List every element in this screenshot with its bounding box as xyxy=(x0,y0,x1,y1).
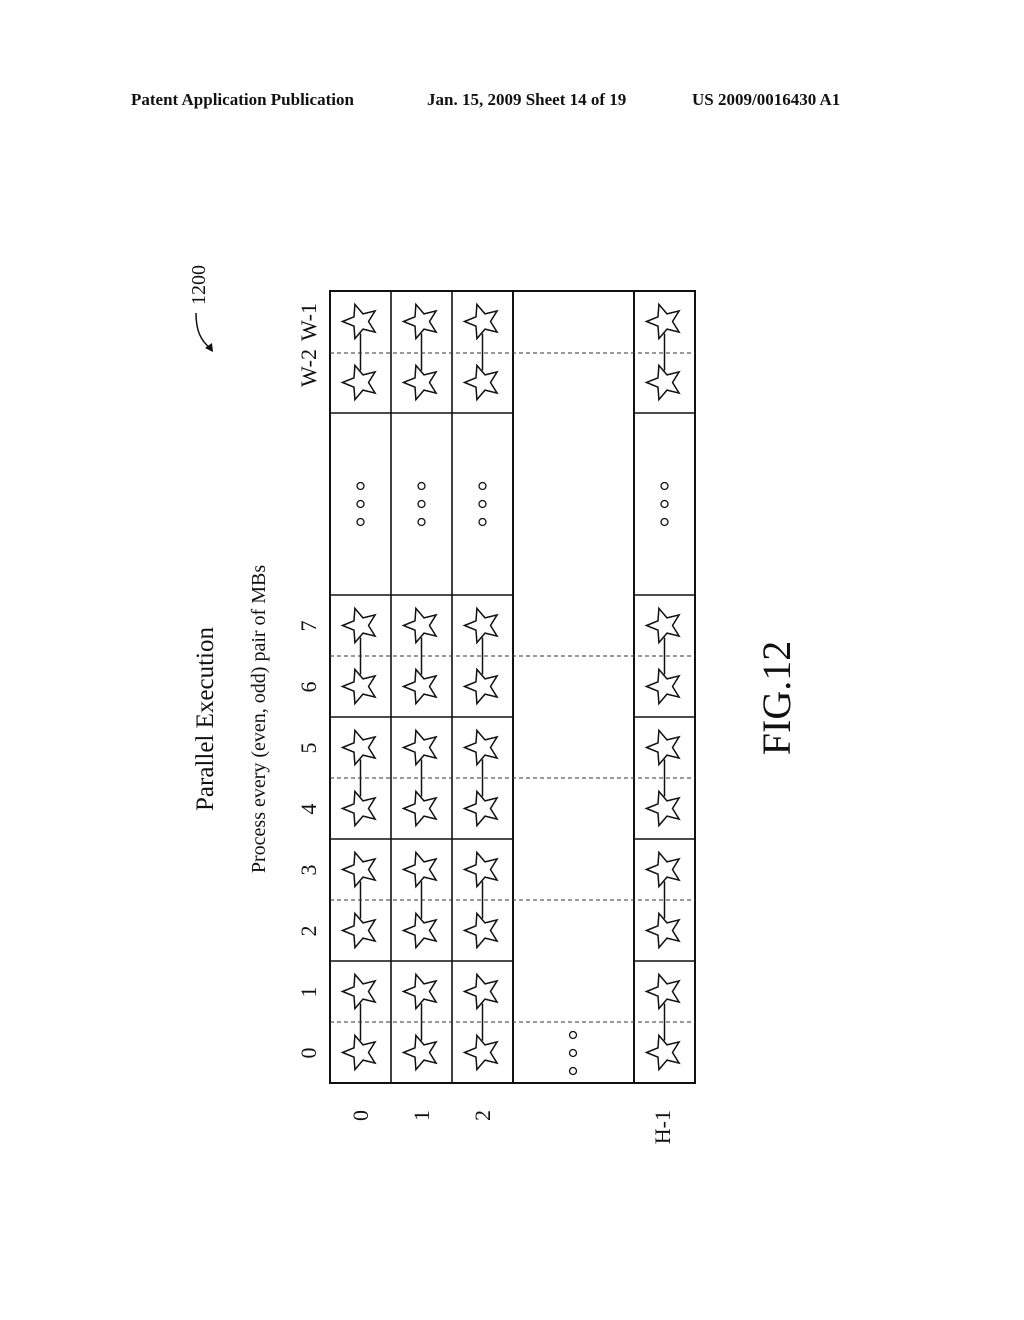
star-icon xyxy=(644,667,681,706)
ellipsis-dot xyxy=(660,481,669,491)
star-icon xyxy=(644,363,681,402)
column-label: 4 xyxy=(296,804,321,815)
macroblock-grid xyxy=(329,290,696,1084)
star-icon xyxy=(644,302,681,341)
ellipsis-dot xyxy=(417,517,426,527)
star-icon xyxy=(401,789,438,828)
ellipsis-dot xyxy=(660,499,669,509)
star-icon xyxy=(340,302,377,341)
column-labels: 0 1 2 3 4 5 6 7 W-2 W-1 xyxy=(296,303,321,1058)
star-icon xyxy=(644,728,681,767)
star-icon xyxy=(462,1033,499,1072)
row-label: H-1 xyxy=(650,1110,675,1144)
star-icon xyxy=(340,363,377,402)
ellipsis-dot xyxy=(356,481,365,491)
star-icon xyxy=(401,728,438,767)
column-label: 3 xyxy=(296,865,321,876)
figure-subtitle: Process every (even, odd) pair of MBs xyxy=(248,565,270,873)
star-icon xyxy=(644,972,681,1011)
star-icon xyxy=(340,911,377,950)
row-label: 2 xyxy=(470,1110,495,1121)
ellipsis-dot xyxy=(478,517,487,527)
star-icon xyxy=(401,850,438,889)
figure-caption: FIG.12 xyxy=(754,641,799,755)
star-icon xyxy=(340,789,377,828)
star-icon xyxy=(644,606,681,645)
star-icon xyxy=(644,850,681,889)
star-icon xyxy=(644,911,681,950)
star-icon xyxy=(644,1033,681,1072)
star-icon xyxy=(462,911,499,950)
column-label: 1 xyxy=(296,987,321,998)
ellipsis-dot xyxy=(356,499,365,509)
star-icon xyxy=(401,1033,438,1072)
column-label: 7 xyxy=(296,621,321,632)
column-label: W-1 xyxy=(296,303,321,341)
figure-title: Parallel Execution xyxy=(192,627,219,811)
star-icon xyxy=(462,972,499,1011)
column-label: 2 xyxy=(296,926,321,937)
row-label: 1 xyxy=(409,1110,434,1121)
star-icon xyxy=(462,363,499,402)
star-icon xyxy=(340,728,377,767)
star-icon xyxy=(462,302,499,341)
star-icon xyxy=(462,667,499,706)
ellipsis-dot xyxy=(568,1030,578,1040)
reference-arrow xyxy=(195,312,212,350)
row-label: 0 xyxy=(348,1110,373,1121)
ellipsis-dot xyxy=(568,1048,578,1058)
ellipsis-dot xyxy=(478,481,487,491)
ellipsis-dot xyxy=(417,499,426,509)
star-icon xyxy=(340,606,377,645)
star-icon xyxy=(340,1033,377,1072)
column-label: 5 xyxy=(296,743,321,754)
star-icon xyxy=(401,911,438,950)
star-icon xyxy=(401,606,438,645)
column-label: 0 xyxy=(296,1048,321,1059)
star-icon xyxy=(644,789,681,828)
ellipsis-dot xyxy=(660,517,669,527)
star-icon xyxy=(462,728,499,767)
ellipsis-dot xyxy=(417,481,426,491)
star-icon xyxy=(462,850,499,889)
star-icon xyxy=(462,789,499,828)
ellipsis-dot xyxy=(356,517,365,527)
column-label: 6 xyxy=(296,682,321,693)
star-icon xyxy=(401,972,438,1011)
ellipsis-dot xyxy=(478,499,487,509)
star-icon xyxy=(401,302,438,341)
figure-12: 1200 Parallel Execution Process every (e… xyxy=(188,265,799,1144)
ellipsis-dot xyxy=(568,1066,578,1076)
star-icon xyxy=(340,850,377,889)
reference-numeral: 1200 xyxy=(188,265,210,305)
star-icon xyxy=(340,667,377,706)
column-label: W-2 xyxy=(296,349,321,387)
star-icon xyxy=(401,363,438,402)
star-icon xyxy=(462,606,499,645)
star-icon xyxy=(401,667,438,706)
star-icon xyxy=(340,972,377,1011)
row-labels: 0 1 2 H-1 xyxy=(348,1110,675,1144)
